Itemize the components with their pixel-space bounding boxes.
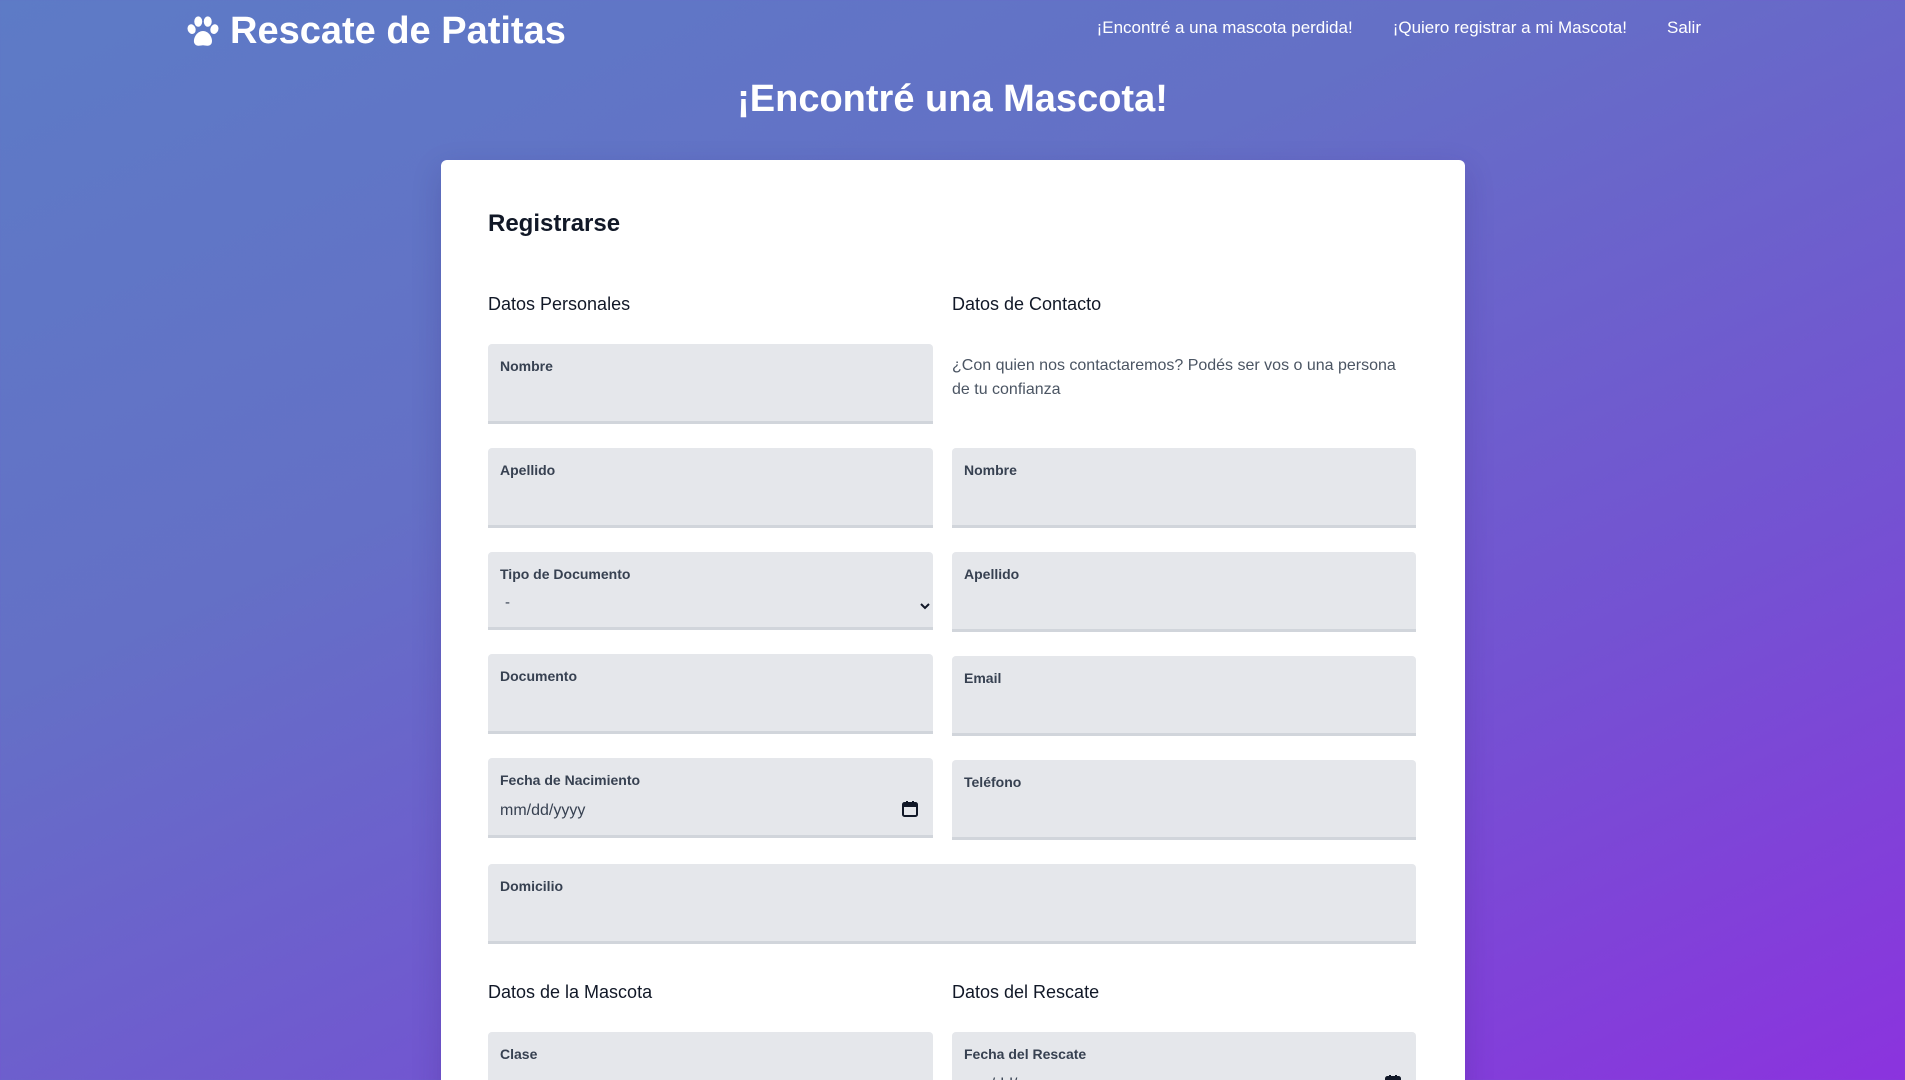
- documento-input[interactable]: [500, 694, 921, 720]
- contacto-apellido-label: Apellido: [964, 566, 1020, 582]
- chevron-down-icon: [920, 603, 930, 610]
- contacto-email-label: Email: [964, 670, 1002, 686]
- fecha-nacimiento-label: Fecha de Nacimiento: [500, 772, 641, 788]
- nav-link-register-pet[interactable]: ¡Quiero registrar a mi Mascota!: [1393, 18, 1627, 38]
- form-title: Registrarse: [488, 210, 621, 237]
- section-title-pet: Datos de la Mascota: [488, 982, 653, 1002]
- contact-helper-text: ¿Con quien nos contactaremos? Podés ser …: [952, 357, 1396, 398]
- apellido-input[interactable]: [500, 488, 921, 514]
- contacto-email-field[interactable]: Email: [952, 656, 1416, 736]
- documento-label: Documento: [500, 668, 577, 684]
- section-title-personal: Datos Personales: [488, 294, 631, 314]
- fecha-nacimiento-field[interactable]: Fecha de Nacimiento: [488, 758, 933, 838]
- nav-link-logout[interactable]: Salir: [1667, 18, 1701, 38]
- section-title-rescue: Datos del Rescate: [952, 982, 1100, 1002]
- contacto-apellido-field[interactable]: Apellido: [952, 552, 1416, 632]
- section-title-contact: Datos de Contacto: [952, 294, 1102, 314]
- navbar: Rescate de Patitas ¡Encontré a una masco…: [0, 0, 1905, 64]
- documento-field[interactable]: Documento: [488, 654, 933, 734]
- page-title: ¡Encontré una Mascota!: [737, 78, 1168, 120]
- clase-label: Clase: [500, 1046, 538, 1062]
- nombre-label: Nombre: [500, 358, 553, 374]
- registration-card: Registrarse Datos Personales Datos de Co…: [441, 160, 1465, 1080]
- tipo-documento-value: -: [505, 594, 510, 611]
- domicilio-label: Domicilio: [500, 878, 564, 894]
- fecha-rescate-label: Fecha del Rescate: [964, 1046, 1087, 1062]
- brand-link[interactable]: Rescate de Patitas: [184, 10, 566, 53]
- brand-name: Rescate de Patitas: [230, 10, 566, 52]
- nav-link-found-pet[interactable]: ¡Encontré a una mascota perdida!: [1097, 18, 1353, 38]
- contacto-telefono-field[interactable]: Teléfono: [952, 760, 1416, 840]
- contacto-nombre-field[interactable]: Nombre: [952, 448, 1416, 528]
- fecha-nacimiento-input[interactable]: [500, 798, 921, 824]
- tipo-documento-select[interactable]: Tipo de Documento -: [488, 552, 933, 630]
- fecha-rescate-input[interactable]: [964, 1072, 1404, 1080]
- contacto-nombre-label: Nombre: [964, 462, 1017, 478]
- nombre-field[interactable]: Nombre: [488, 344, 933, 424]
- contacto-email-input[interactable]: [964, 696, 1404, 722]
- clase-field[interactable]: Clase: [488, 1032, 933, 1080]
- calendar-icon[interactable]: [901, 800, 919, 818]
- apellido-label: Apellido: [500, 462, 556, 478]
- tipo-documento-label: Tipo de Documento: [500, 566, 631, 582]
- apellido-field[interactable]: Apellido: [488, 448, 933, 528]
- calendar-icon[interactable]: [1384, 1074, 1402, 1080]
- paw-icon: [187, 15, 219, 46]
- contacto-apellido-input[interactable]: [964, 592, 1404, 618]
- contacto-nombre-input[interactable]: [964, 488, 1404, 514]
- domicilio-field[interactable]: Domicilio: [488, 864, 1416, 944]
- nav-links: ¡Encontré a una mascota perdida! ¡Quiero…: [1097, 18, 1701, 38]
- domicilio-input[interactable]: [500, 904, 1404, 930]
- nombre-input[interactable]: [500, 384, 921, 410]
- contacto-telefono-label: Teléfono: [964, 774, 1022, 790]
- contacto-telefono-input[interactable]: [964, 800, 1404, 826]
- clase-input[interactable]: [500, 1072, 921, 1080]
- fecha-rescate-field[interactable]: Fecha del Rescate: [952, 1032, 1416, 1080]
